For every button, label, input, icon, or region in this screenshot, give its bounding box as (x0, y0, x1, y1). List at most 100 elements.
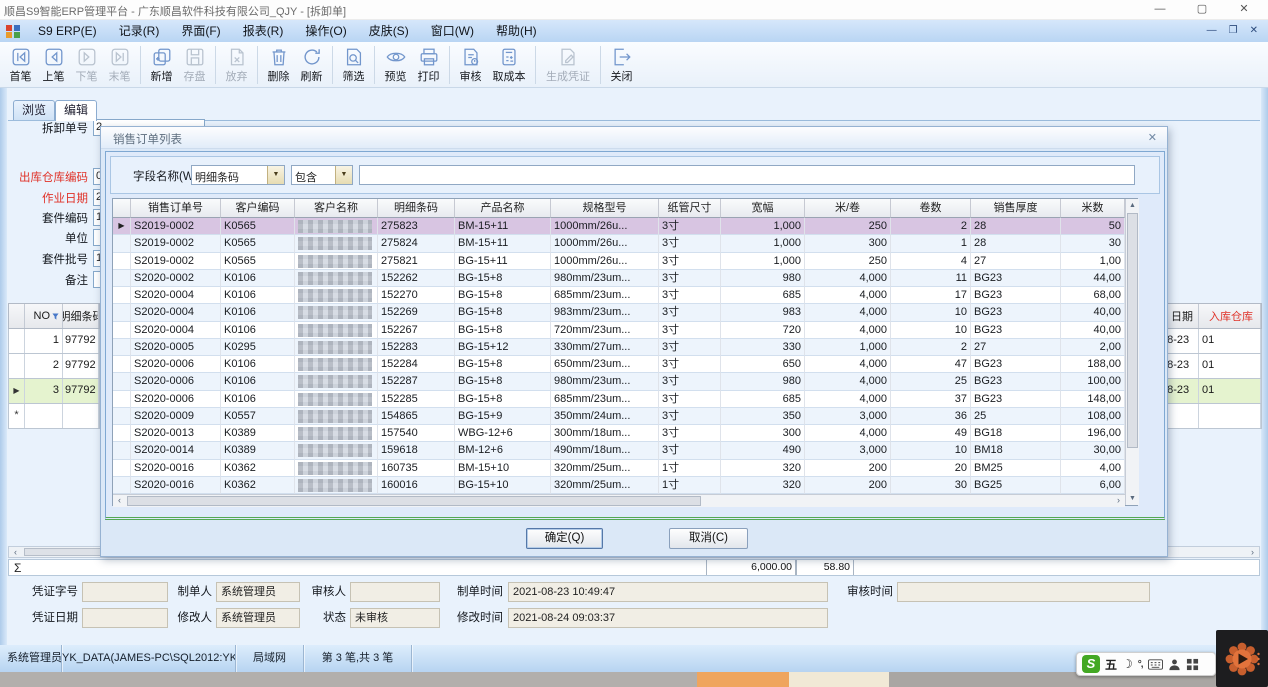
close-button[interactable]: 关闭 (605, 46, 638, 84)
column-header-10[interactable]: 销售厚度 (971, 199, 1061, 218)
column-header-7[interactable]: 宽幅 (721, 199, 805, 218)
chevron-down-icon[interactable]: ▼ (335, 166, 352, 184)
window-minimize-icon[interactable]: — (1144, 0, 1176, 20)
wubi-mode-icon[interactable]: 五 (1105, 656, 1117, 673)
print-button[interactable]: 打印 (412, 46, 445, 84)
scrollbar-thumb[interactable] (1127, 213, 1138, 448)
refresh-button[interactable]: 刷新 (295, 46, 328, 84)
cancel-button[interactable]: 取消(C) (669, 528, 748, 549)
column-header-3[interactable]: 明细条码 (378, 199, 455, 218)
column-header-11[interactable]: 米数 (1061, 199, 1125, 218)
col-no[interactable]: NO (25, 304, 63, 328)
menu-item-3[interactable]: 报表(R) (232, 20, 295, 42)
table-row[interactable]: S2020-0004K0106152269BG-15+8983mm/23um..… (113, 304, 1125, 321)
table-row[interactable]: 08-2301 (1164, 354, 1262, 379)
column-header-0[interactable]: 销售订单号 (131, 199, 221, 218)
column-header-1[interactable]: 客户编码 (221, 199, 295, 218)
sogou-logo-icon[interactable]: S (1082, 655, 1100, 673)
column-header-4[interactable]: 产品名称 (455, 199, 551, 218)
screen-recorder-widget[interactable] (1216, 630, 1268, 687)
filter-value-input[interactable] (359, 165, 1135, 185)
mdi-minimize-icon[interactable]: — (1207, 20, 1217, 42)
col-detail-code[interactable]: 明细条码 (63, 304, 99, 328)
soft-keyboard-icon[interactable] (1148, 658, 1163, 671)
moon-mode-icon[interactable]: ☽ (1122, 657, 1133, 671)
dialog-title-bar[interactable]: 销售订单列表 ✕ (101, 127, 1167, 149)
filter-button[interactable]: 筛选 (337, 46, 370, 84)
table-row[interactable]: S2020-0004K0106152270BG-15+8685mm/23um..… (113, 287, 1125, 304)
table-row[interactable]: S2020-0016K0362160016BG-15+10320mm/25um.… (113, 477, 1125, 494)
table-row[interactable]: S2020-0013K0389157540WBG-12+6300mm/18um.… (113, 425, 1125, 442)
tab-browse[interactable]: 浏览 (13, 100, 55, 120)
punctuation-icon[interactable]: °, (1138, 659, 1143, 670)
mdi-restore-icon[interactable]: ❐ (1229, 20, 1238, 42)
grid-vertical-scrollbar[interactable]: ▲ ▼ (1125, 199, 1139, 505)
col-date[interactable]: 日期 (1165, 304, 1199, 328)
row-indicator (113, 322, 131, 339)
col-in-warehouse[interactable]: 入库仓库 (1199, 304, 1261, 328)
ok-button[interactable]: 确定(Q) (526, 528, 603, 549)
tab-edit[interactable]: 编辑 (55, 100, 97, 121)
window-close-icon[interactable]: ✕ (1228, 0, 1260, 20)
scrollbar-thumb[interactable] (127, 496, 701, 506)
menu-item-1[interactable]: 记录(R) (108, 20, 171, 42)
table-row[interactable]: S2020-0006K0106152284BG-15+8650mm/23um..… (113, 356, 1125, 373)
person-icon[interactable] (1168, 658, 1181, 671)
cell: BG23 (971, 391, 1061, 408)
table-row[interactable]: S2020-0016K0362160735BM-15+10320mm/25um.… (113, 460, 1125, 477)
table-row[interactable]: S2020-0014K0389159618BM-12+6490mm/18um..… (113, 442, 1125, 459)
get-cost-button[interactable]: 取成本 (487, 46, 531, 84)
column-header-9[interactable]: 卷数 (891, 199, 971, 218)
add-new-button[interactable]: 新增 (145, 46, 178, 84)
row-indicator (113, 287, 131, 304)
menu-item-4[interactable]: 操作(O) (294, 20, 357, 42)
column-header-5[interactable]: 规格型号 (551, 199, 659, 218)
toolbox-icon[interactable] (1186, 658, 1199, 671)
menu-item-0[interactable]: S9 ERP(E) (27, 20, 108, 42)
window-maximize-icon[interactable]: ▢ (1186, 0, 1218, 20)
column-header-2[interactable]: 客户名称 (295, 199, 378, 218)
field-select[interactable]: 明细条码 ▼ (191, 165, 285, 185)
add-new-label: 新增 (145, 68, 178, 84)
grid-horizontal-scrollbar[interactable]: ‹ › (113, 494, 1125, 507)
table-row[interactable]: ▶S2019-0002K0565275823BM-15+111000mm/26u… (113, 218, 1125, 235)
mdi-close-icon[interactable]: ✕ (1250, 20, 1258, 42)
dialog-close-icon[interactable]: ✕ (1148, 131, 1157, 144)
table-row[interactable]: S2020-0006K0106152287BG-15+8980mm/23um..… (113, 373, 1125, 390)
table-row-new[interactable]: * (8, 404, 100, 429)
scroll-down-icon[interactable]: ▼ (1126, 492, 1139, 505)
scroll-up-icon[interactable]: ▲ (1126, 199, 1139, 212)
column-header-8[interactable]: 米/卷 (805, 199, 891, 218)
table-row[interactable]: S2020-0002K0106152262BG-15+8980mm/23um..… (113, 270, 1125, 287)
delete-button[interactable]: 删除 (262, 46, 295, 84)
menu-item-7[interactable]: 帮助(H) (485, 20, 548, 42)
cell: BG23 (971, 287, 1061, 304)
table-row-new[interactable] (1164, 404, 1262, 429)
scroll-right-icon[interactable]: › (1112, 495, 1125, 507)
scroll-left-icon[interactable]: ‹ (113, 495, 126, 507)
chevron-down-icon[interactable]: ▼ (267, 166, 284, 184)
table-row-current[interactable]: 08-2301 (1164, 379, 1262, 404)
table-row[interactable]: S2020-0006K0106152285BG-15+8685mm/23um..… (113, 391, 1125, 408)
table-row-current[interactable]: ▶397792 (8, 379, 100, 404)
first-record-button[interactable]: 首笔 (4, 46, 37, 84)
menu-item-2[interactable]: 界面(F) (170, 20, 231, 42)
menu-item-6[interactable]: 窗口(W) (420, 20, 485, 42)
table-row[interactable]: S2019-0002K0565275824BM-15+111000mm/26u.… (113, 235, 1125, 252)
menu-item-5[interactable]: 皮肤(S) (358, 20, 420, 42)
table-row[interactable]: S2019-0002K0565275821BG-15+111000mm/26u.… (113, 253, 1125, 270)
table-row[interactable]: 297792 (8, 354, 100, 379)
operator-select[interactable]: 包含 ▼ (291, 165, 353, 185)
column-header-6[interactable]: 纸管尺寸 (659, 199, 721, 218)
scroll-left-icon[interactable]: ‹ (9, 547, 22, 557)
table-row[interactable]: 08-2301 (1164, 329, 1262, 354)
prev-record-button[interactable]: 上笔 (37, 46, 70, 84)
table-row[interactable]: S2020-0009K0557154865BG-15+9350mm/24um..… (113, 408, 1125, 425)
scroll-right-icon[interactable]: › (1246, 547, 1259, 557)
preview-button[interactable]: 预览 (379, 46, 412, 84)
table-row[interactable]: 197792 (8, 329, 100, 354)
table-row[interactable]: S2020-0005K0295152283BG-15+12330mm/27um.… (113, 339, 1125, 356)
table-row[interactable]: S2020-0004K0106152267BG-15+8720mm/23um..… (113, 322, 1125, 339)
cell: 650 (721, 356, 805, 373)
audit-button[interactable]: 审核 (454, 46, 487, 84)
